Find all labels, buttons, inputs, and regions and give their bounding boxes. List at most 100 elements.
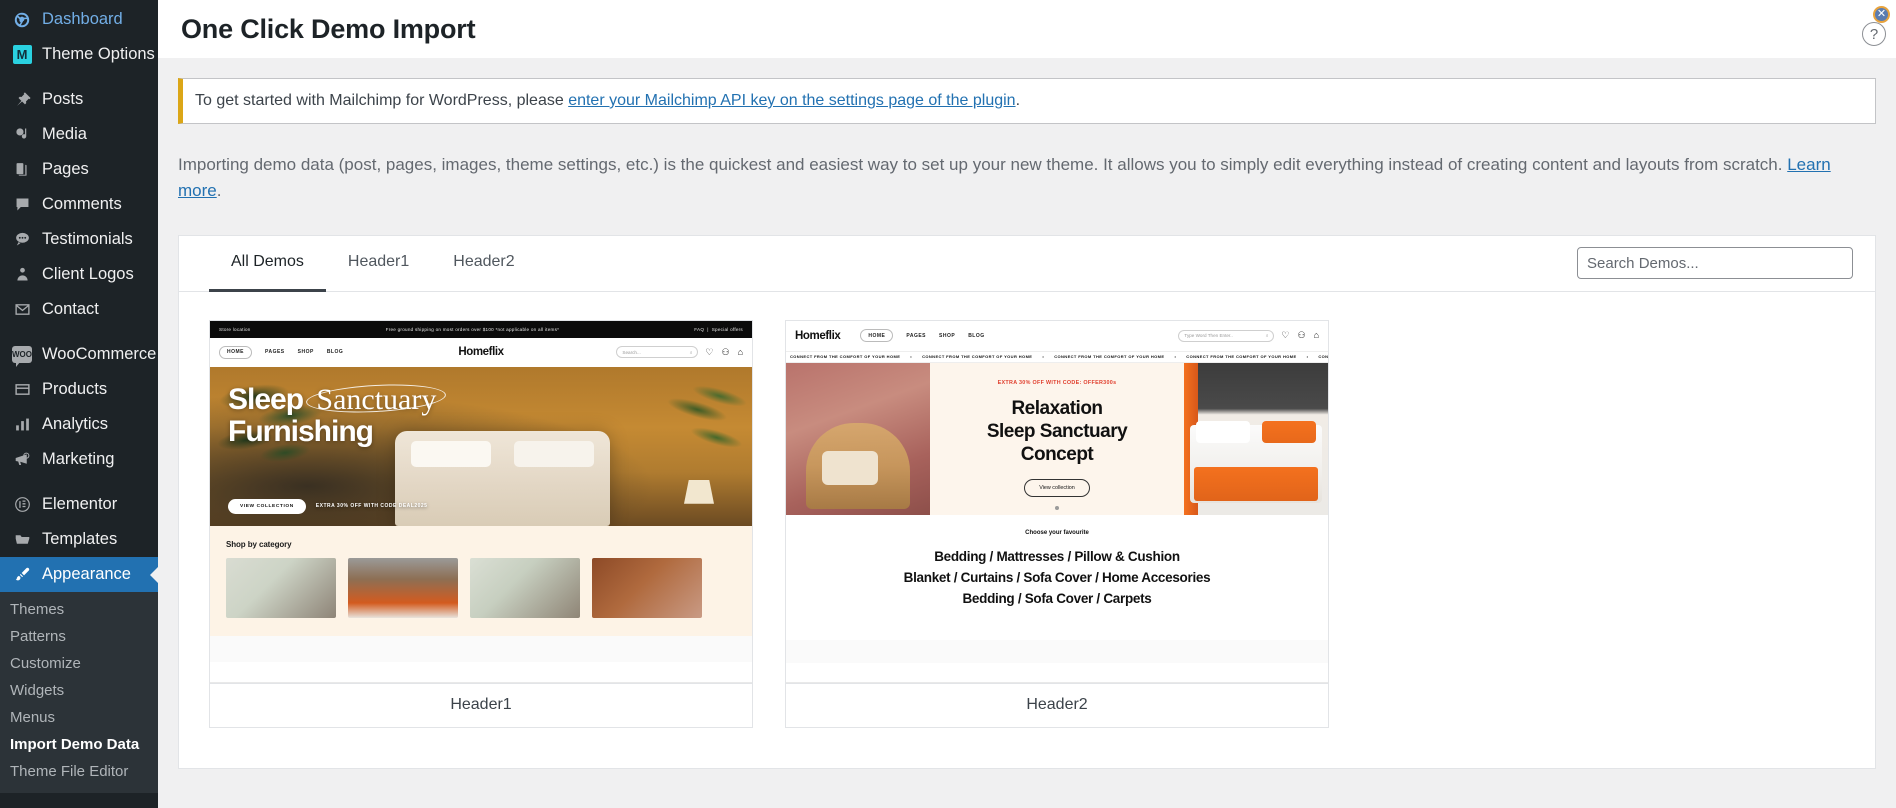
- sidebar-item-media[interactable]: Media: [0, 117, 158, 152]
- sidebar-item-client-logos[interactable]: Client Logos: [0, 257, 158, 292]
- demo-card[interactable]: Store location Free ground shipping on m…: [209, 319, 753, 728]
- search-input[interactable]: [1577, 247, 1853, 280]
- sidebar-item-comments[interactable]: Comments: [0, 187, 158, 222]
- preview-hero: Sleep Sanctuary Furnishing VIEW COLLECTI…: [210, 366, 752, 526]
- sidebar-item-label: Testimonials: [42, 230, 133, 248]
- hero-right-image: [1184, 362, 1328, 515]
- sidebar-item-label: Dashboard: [42, 10, 123, 28]
- submenu-item-widgets[interactable]: Widgets: [0, 677, 158, 704]
- tab-header1[interactable]: Header1: [326, 235, 431, 292]
- help-icon[interactable]: ?: [1862, 22, 1886, 46]
- tab-header2[interactable]: Header2: [431, 235, 536, 292]
- appearance-submenu[interactable]: Themes Patterns Customize Widgets Menus …: [0, 592, 158, 793]
- nav-blog: BLOG: [968, 332, 985, 339]
- sidebar-item-appearance[interactable]: Appearance: [0, 557, 158, 592]
- hero-line-1: Sleep Sanctuary: [228, 383, 442, 416]
- search-icon: ⌕: [1265, 333, 1269, 339]
- hero-promo-code: EXTRA 30% OFF WITH CODE: OFFER300s: [998, 380, 1117, 386]
- submenu-item-customize[interactable]: Customize: [0, 650, 158, 677]
- sidebar-item-templates[interactable]: Templates: [0, 522, 158, 557]
- preview-nav-links: HOME PAGES SHOP BLOG: [219, 345, 343, 359]
- hero-cta-row: VIEW COLLECTION EXTRA 30% OFF WITH CODE …: [228, 498, 428, 514]
- preview-choose-favourite: Choose your favourite Bedding / Mattress…: [786, 514, 1328, 640]
- demos-panel: All Demos Header1 Header2 Store location…: [178, 234, 1876, 769]
- preview-nav-right: Type Word Then Enter.. ⌕ ♡ ⚇ ⌂: [1178, 329, 1319, 342]
- category-tile: [592, 557, 702, 618]
- demo-card[interactable]: Homeflix HOME PAGES SHOP BLOG Type Word …: [785, 319, 1329, 728]
- demo-preview-image[interactable]: Homeflix HOME PAGES SHOP BLOG Type Word …: [786, 320, 1328, 683]
- preview-logo: Homeflix: [458, 346, 504, 359]
- submenu-item-patterns[interactable]: Patterns: [0, 623, 158, 650]
- sidebar-item-testimonials[interactable]: Testimonials: [0, 222, 158, 257]
- sidebar-item-pages[interactable]: Pages: [0, 152, 158, 187]
- submenu-item-theme-file-editor[interactable]: Theme File Editor: [0, 758, 158, 785]
- elementor-icon: [10, 493, 34, 517]
- store-location-text: Store location: [219, 326, 251, 332]
- sidebar-item-products[interactable]: Products: [0, 372, 158, 407]
- media-icon: [10, 123, 34, 147]
- preview-announcement-bar: Store location Free ground shipping on m…: [210, 320, 752, 338]
- hero-heading: Sleep Sanctuary Furnishing: [228, 383, 442, 448]
- hero-promo-code: EXTRA 30% OFF WITH CODE DEAL2025: [315, 503, 428, 510]
- panel-header: All Demos Header1 Header2: [179, 235, 1875, 293]
- notice-text-before: To get started with Mailchimp for WordPr…: [195, 92, 569, 109]
- throw-blanket-decor: [1194, 466, 1318, 501]
- pillow-decor: [1262, 420, 1316, 443]
- folder-icon: [10, 528, 34, 552]
- close-icon[interactable]: ✕: [1873, 6, 1890, 23]
- sidebar-item-label: Posts: [42, 90, 84, 108]
- hero-word-sanctuary: Sanctuary: [310, 383, 442, 416]
- sidebar-item-label: Client Logos: [42, 265, 134, 283]
- sidebar-item-dashboard[interactable]: Dashboard: [0, 2, 158, 37]
- submenu-item-import-demo-data[interactable]: Import Demo Data: [0, 731, 158, 758]
- marquee-bullet: •: [1174, 354, 1177, 360]
- demo-tabs[interactable]: All Demos Header1 Header2: [209, 235, 537, 293]
- hero-center-panel: EXTRA 30% OFF WITH CODE: OFFER300s Relax…: [930, 362, 1184, 515]
- preview-hero: EXTRA 30% OFF WITH CODE: OFFER300s Relax…: [786, 362, 1328, 515]
- tab-all-demos[interactable]: All Demos: [209, 235, 326, 293]
- marquee-bullet: •: [910, 354, 913, 360]
- marquee-text: CONNECT FROM THE COMFORT OF YOUR HOME: [1054, 354, 1165, 360]
- sidebar-item-contact[interactable]: Contact: [0, 292, 158, 327]
- category-tile: [470, 557, 580, 618]
- mailchimp-settings-link[interactable]: enter your Mailchimp API key on the sett…: [568, 92, 1015, 109]
- sidebar-item-elementor[interactable]: Elementor: [0, 487, 158, 522]
- shop-by-category-title: Shop by category: [226, 539, 292, 549]
- sidebar-item-label: Marketing: [42, 450, 115, 468]
- sidebar-item-analytics[interactable]: Analytics: [0, 407, 158, 442]
- sidebar-item-label: WooCommerce: [42, 345, 157, 363]
- hero-line-3: Concept: [1020, 444, 1094, 466]
- pin-icon: [10, 88, 34, 112]
- admin-sidebar[interactable]: Dashboard M Theme Options Posts Media Pa…: [0, 0, 158, 808]
- hero-left-image: [786, 362, 930, 515]
- preview-nav-links: HOME PAGES SHOP BLOG: [860, 329, 985, 343]
- marquee-text: CONNECT FROM THE COMFORT OF YOUR HOME: [1186, 354, 1297, 360]
- hero-line-2: Sleep Sanctuary: [986, 421, 1128, 443]
- submenu-item-themes[interactable]: Themes: [0, 596, 158, 623]
- sidebar-item-marketing[interactable]: Marketing: [0, 442, 158, 477]
- preview-icons: ♡ ⚇ ⌂: [705, 347, 743, 358]
- sidebar-item-theme-options[interactable]: M Theme Options: [0, 37, 158, 72]
- demo-preview-image[interactable]: Store location Free ground shipping on m…: [210, 320, 752, 683]
- submenu-item-menus[interactable]: Menus: [0, 704, 158, 731]
- marquee-text: CONNECT FROM THE COMFORT OF YOUR HOME: [1318, 354, 1328, 360]
- pillow-decor: [1196, 420, 1250, 443]
- sidebar-item-posts[interactable]: Posts: [0, 82, 158, 117]
- nav-shop: SHOP: [939, 332, 956, 339]
- megaphone-icon: [10, 448, 34, 472]
- choose-favourite-kicker: Choose your favourite: [1025, 529, 1089, 536]
- favourite-line: Blanket / Curtains / Sofa Cover / Home A…: [903, 569, 1211, 585]
- preview-marquee: CONNECT FROM THE COMFORT OF YOUR HOME • …: [786, 350, 1328, 363]
- envelope-icon: [10, 298, 34, 322]
- nav-home: HOME: [219, 345, 252, 359]
- heart-icon: ♡: [1281, 330, 1290, 341]
- hero-line-1: Relaxation: [1011, 397, 1103, 419]
- nav-shop: SHOP: [297, 349, 314, 356]
- preview-navbar: HOME PAGES SHOP BLOG Homeflix Search... …: [210, 337, 752, 367]
- preview-shop-by-category: Shop by category: [210, 525, 752, 636]
- sidebar-item-label: Comments: [42, 195, 122, 213]
- sidebar-item-woocommerce[interactable]: WOO WooCommerce: [0, 337, 158, 372]
- promo-highlight: OFFER300s: [1083, 379, 1117, 386]
- preview-bottom-fade: [786, 639, 1328, 663]
- preview-search-box: Search... ⌕: [616, 346, 699, 359]
